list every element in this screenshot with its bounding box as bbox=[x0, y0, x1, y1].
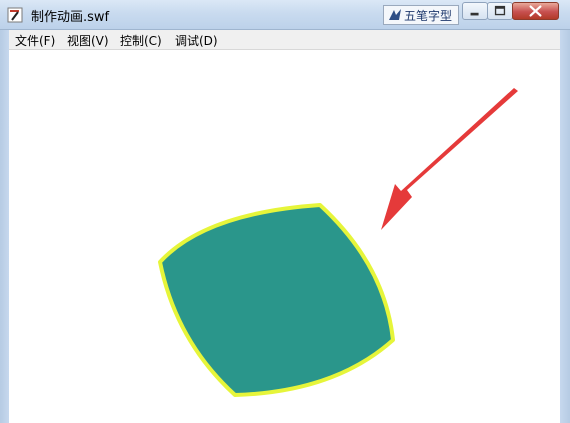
maximize-button[interactable] bbox=[487, 2, 513, 20]
ime-status[interactable]: 五笔字型 bbox=[383, 5, 459, 25]
animated-shape bbox=[158, 203, 395, 397]
flash-stage[interactable] bbox=[9, 50, 560, 423]
ime-icon bbox=[387, 7, 403, 23]
close-icon bbox=[529, 5, 542, 17]
annotation-arrow bbox=[381, 88, 518, 230]
close-button[interactable] bbox=[512, 2, 559, 20]
menu-view[interactable]: 视图(V) bbox=[67, 32, 109, 49]
title-bar: 制作动画.swf 五笔字型 bbox=[0, 0, 570, 30]
ime-label: 五笔字型 bbox=[404, 9, 453, 23]
window-frame-left bbox=[0, 30, 9, 423]
maximize-icon bbox=[494, 5, 506, 16]
window-frame-right bbox=[560, 30, 570, 423]
stage-canvas bbox=[158, 88, 518, 397]
menu-debug[interactable]: 调试(D) bbox=[175, 32, 218, 49]
minimize-button[interactable] bbox=[462, 2, 488, 20]
flash-player-icon bbox=[7, 7, 23, 23]
menu-control[interactable]: 控制(C) bbox=[120, 32, 162, 49]
menu-bar: 文件(F) 视图(V) 控制(C) 调试(D) bbox=[9, 30, 560, 50]
window-title: 制作动画.swf bbox=[31, 10, 110, 25]
minimize-icon bbox=[470, 12, 479, 16]
menu-file[interactable]: 文件(F) bbox=[15, 32, 55, 49]
